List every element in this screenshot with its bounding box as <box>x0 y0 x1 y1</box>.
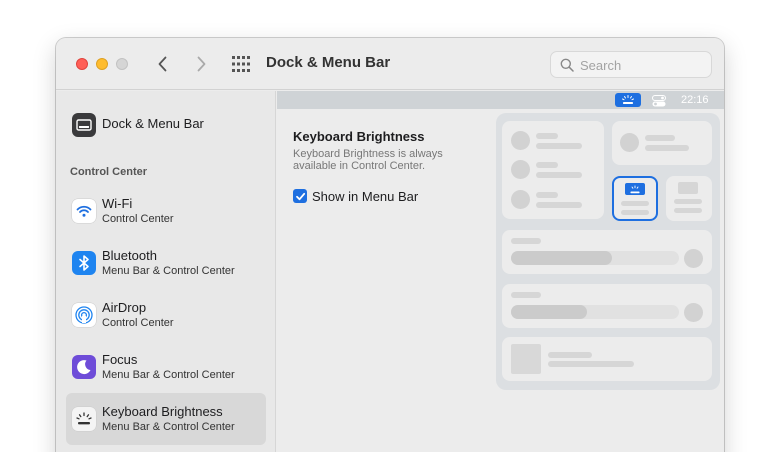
grid-icon <box>232 56 250 72</box>
preview-connectivity-card <box>502 121 604 219</box>
moon-icon <box>72 355 96 379</box>
sidebar-item-label: Wi-Fi <box>102 196 133 211</box>
sidebar-item-keyboard-brightness[interactable]: Keyboard Brightness Menu Bar & Control C… <box>66 393 266 445</box>
preview-focus-card <box>612 121 712 165</box>
sidebar-item-label: Keyboard Brightness <box>102 404 223 419</box>
sidebar-item-sublabel: Menu Bar & Control Center <box>102 265 235 277</box>
preview-line <box>536 192 558 198</box>
preview-line <box>536 143 582 149</box>
preview-sound-slider-fill <box>511 305 587 319</box>
preview-tile-icon <box>678 182 698 194</box>
preview-dot <box>620 133 639 152</box>
preview-sound-card <box>502 284 712 328</box>
chevron-right-icon <box>197 56 206 72</box>
setting-description: Keyboard Brightness is always available … <box>293 148 443 172</box>
show-all-button[interactable] <box>231 55 251 73</box>
preview-display-slider <box>511 251 679 265</box>
sidebar-item-airdrop[interactable]: AirDrop Control Center <box>66 289 266 341</box>
preview-line <box>674 208 702 213</box>
keyboard-brightness-menu-icon <box>615 93 641 107</box>
preview-dot <box>511 160 530 179</box>
preview-line <box>645 145 689 151</box>
sidebar-item-focus[interactable]: Focus Menu Bar & Control Center <box>66 341 266 393</box>
sidebar-item-label: AirDrop <box>102 300 147 315</box>
sidebar-item-dock-menu-bar[interactable]: Dock & Menu Bar <box>66 99 266 151</box>
preview-line <box>548 352 592 358</box>
show-in-menu-bar-row[interactable]: Show in Menu Bar <box>293 188 418 204</box>
sidebar-item-label: Focus <box>102 352 138 367</box>
window-title: Dock & Menu Bar <box>266 54 391 71</box>
show-in-menu-bar-checkbox[interactable] <box>293 189 307 203</box>
preview-line <box>621 210 649 215</box>
preview-line <box>548 361 634 367</box>
menu-bar-clock: 22:16 <box>681 94 709 106</box>
forward-button[interactable] <box>191 54 211 74</box>
airdrop-icon <box>72 303 96 327</box>
preview-line <box>536 172 582 178</box>
sidebar-item-wifi[interactable]: Wi-Fi Control Center <box>66 185 266 237</box>
sidebar-item-sublabel: Menu Bar & Control Center <box>102 421 235 433</box>
sidebar-item-bluetooth[interactable]: Bluetooth Menu Bar & Control Center <box>66 237 266 289</box>
checkmark-icon <box>295 192 305 200</box>
zoom-button <box>116 58 128 70</box>
chevron-left-icon <box>158 56 167 72</box>
checkbox-label: Show in Menu Bar <box>312 188 419 204</box>
preview-dot <box>684 303 703 322</box>
sidebar-item-sublabel: Control Center <box>102 213 174 225</box>
sidebar: Dock & Menu Bar Control Center Wi-Fi Con… <box>56 91 276 452</box>
menu-bar-preview: 22:16 <box>277 91 724 109</box>
search-field[interactable] <box>550 51 712 78</box>
detail-pane: 22:16 Keyboard Brightness Keyboard Brigh… <box>277 91 724 452</box>
preview-sound-slider <box>511 305 679 319</box>
close-button[interactable] <box>76 58 88 70</box>
back-button[interactable] <box>153 54 173 74</box>
sidebar-item-sublabel: Control Center <box>102 317 174 329</box>
search-input[interactable] <box>580 56 705 74</box>
preview-artwork <box>511 344 541 374</box>
preview-line <box>511 292 541 298</box>
preview-keyboard-brightness-tile <box>612 176 658 221</box>
preview-line <box>536 133 558 139</box>
preview-now-playing-card <box>502 337 712 381</box>
preview-tile <box>666 176 712 221</box>
control-center-preview <box>496 113 720 390</box>
sidebar-item-label: Dock & Menu Bar <box>102 116 204 131</box>
setting-title: Keyboard Brightness <box>293 129 425 144</box>
preview-line <box>536 162 558 168</box>
preview-line <box>511 238 541 244</box>
dock-icon <box>72 113 96 137</box>
preview-dot <box>684 249 703 268</box>
section-header-control-center: Control Center <box>70 166 147 178</box>
title-bar: Dock & Menu Bar <box>56 38 724 90</box>
search-icon <box>560 58 574 72</box>
preview-display-slider-fill <box>511 251 612 265</box>
keyboard-brightness-icon <box>72 407 96 431</box>
preview-display-card <box>502 230 712 274</box>
preview-line <box>621 201 649 206</box>
sidebar-item-sublabel: Menu Bar & Control Center <box>102 369 235 381</box>
control-center-menu-icon <box>652 94 666 107</box>
minimize-button[interactable] <box>96 58 108 70</box>
bluetooth-icon <box>72 251 96 275</box>
settings-window: Dock & Menu Bar Dock & Menu Bar Control … <box>56 38 724 452</box>
preview-line <box>645 135 675 141</box>
preview-line <box>674 199 702 204</box>
keyboard-brightness-mini-icon <box>625 183 645 195</box>
preview-dot <box>511 190 530 209</box>
wifi-icon <box>72 199 96 223</box>
preview-dot <box>511 131 530 150</box>
preview-line <box>536 202 582 208</box>
sidebar-item-label: Bluetooth <box>102 248 157 263</box>
